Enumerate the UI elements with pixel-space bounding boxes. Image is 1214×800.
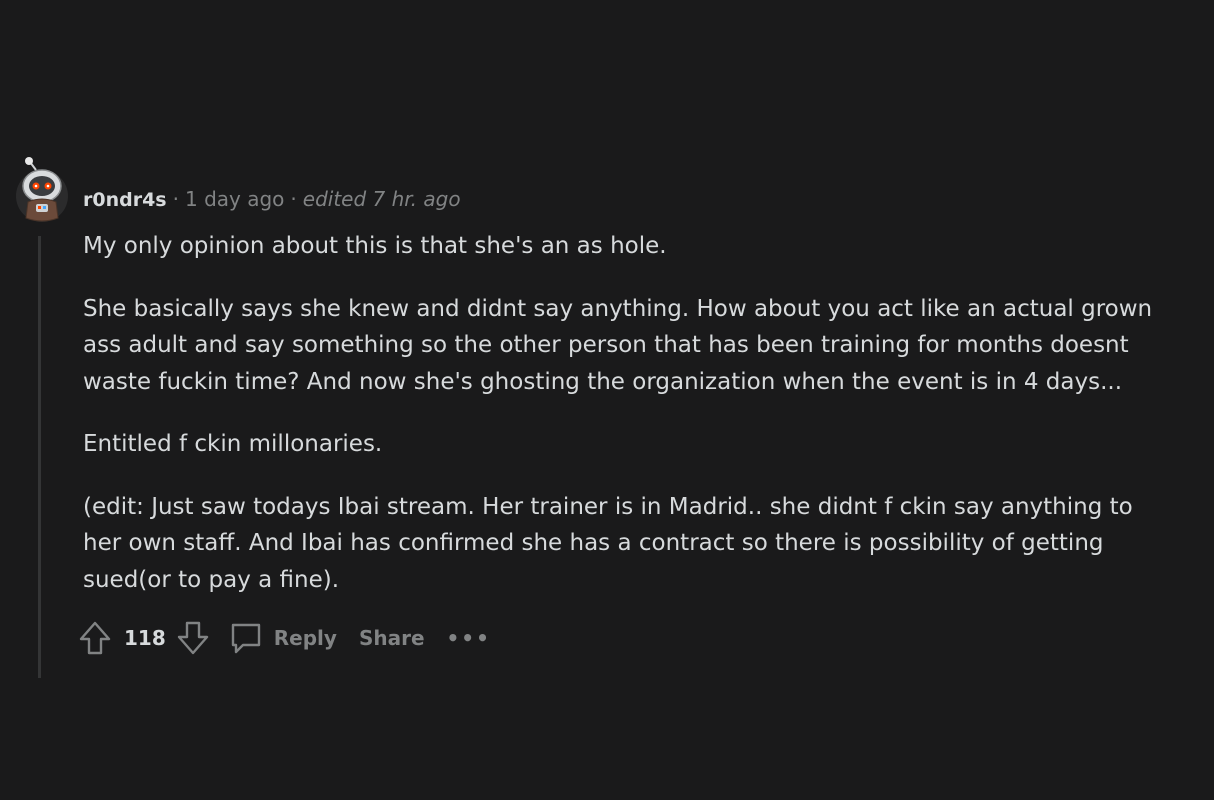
reply-label: Reply (273, 626, 337, 650)
comment-paragraph: My only opinion about this is that she's… (83, 233, 667, 259)
speech-bubble-icon (231, 623, 260, 654)
edited-label: edited 7 hr. ago (302, 187, 461, 211)
comment-paragraph: Entitled f ckin millonaries. (83, 431, 383, 457)
thread-line[interactable] (38, 236, 41, 678)
author-name[interactable]: r0ndr4s (83, 189, 167, 211)
vote-count: 118 (124, 626, 166, 650)
avatar[interactable] (16, 156, 68, 224)
more-options-button[interactable]: ••• (447, 626, 491, 650)
snoo-astronaut-avatar-icon (16, 157, 68, 222)
reply-button[interactable]: Reply (228, 620, 337, 656)
share-button[interactable]: Share (359, 626, 425, 650)
downvote-button[interactable] (176, 620, 210, 656)
separator-dot: · (172, 187, 179, 211)
comment-paragraph: (edit: Just saw todays Ibai stream. Her … (83, 493, 1133, 593)
comment-action-bar: 118 Reply Share ••• (78, 618, 491, 658)
comment-paragraph: She basically says she knew and didnt sa… (83, 295, 1153, 395)
comment-timestamp[interactable]: 1 day ago (185, 187, 284, 211)
upvote-button[interactable] (78, 620, 112, 656)
share-label: Share (358, 626, 425, 650)
downvote-arrow-icon (177, 621, 208, 655)
comment-meta: r0ndr4s · 1 day ago · edited 7 hr. ago (83, 185, 461, 214)
separator-dot: · (290, 187, 297, 211)
comment-body: My only opinion about this is that she's… (83, 228, 1153, 624)
upvote-arrow-icon (79, 621, 111, 655)
